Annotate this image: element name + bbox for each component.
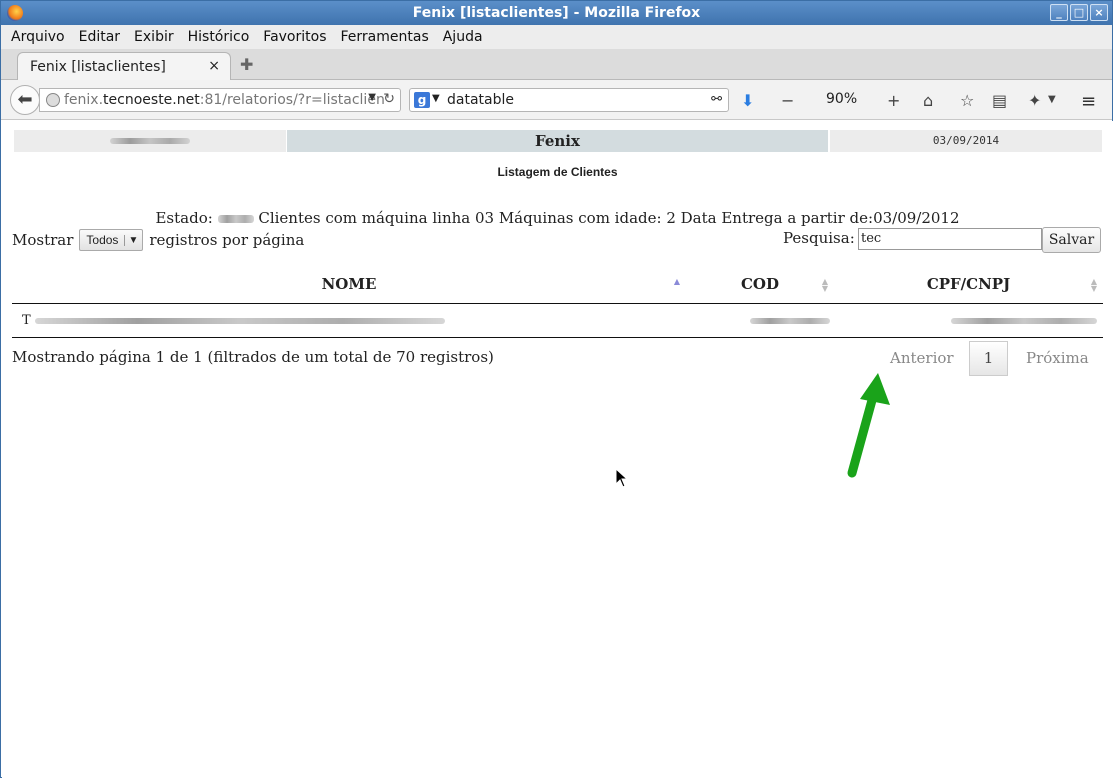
url-dropdown-icon[interactable]: ▼: [368, 92, 376, 103]
zoom-in-button[interactable]: +: [887, 91, 900, 110]
bookmark-star-icon[interactable]: ☆: [960, 91, 974, 110]
firefox-logo-icon: [7, 5, 23, 21]
col-cod-label: COD: [740, 275, 779, 294]
google-icon[interactable]: g: [414, 92, 430, 108]
blurred-text: [110, 138, 190, 144]
col-cod[interactable]: COD ▲ ▼: [686, 266, 834, 304]
tab-label: Fenix [listaclientes]: [30, 59, 166, 75]
menu-arquivo[interactable]: Arquivo: [11, 29, 65, 45]
header-left: [14, 130, 286, 152]
col-cpf-cnpj[interactable]: CPF/CNPJ ▲ ▼: [834, 266, 1103, 304]
search-bar[interactable]: g ▼ datatable ⚯: [409, 88, 729, 112]
menu-ferramentas[interactable]: Ferramentas: [341, 29, 429, 45]
title-bar: Fenix [listaclientes] - Mozilla Firefox …: [1, 1, 1112, 25]
search-value: datatable: [447, 92, 514, 108]
menu-ajuda[interactable]: Ajuda: [443, 29, 483, 45]
zoom-out-button[interactable]: −: [781, 91, 794, 110]
show-suffix: registros por página: [149, 231, 305, 249]
page-1-button[interactable]: 1: [969, 341, 1008, 376]
table-row[interactable]: T: [12, 303, 1103, 338]
binoculars-icon[interactable]: ⚯: [711, 92, 722, 107]
page-content: Fenix 03/09/2014 Listagem de Clientes Es…: [2, 121, 1113, 778]
sort-icon: ▲ ▼: [821, 276, 828, 293]
home-icon[interactable]: ⌂: [923, 91, 933, 110]
new-tab-icon[interactable]: ✚: [240, 55, 253, 74]
maximize-button[interactable]: □: [1070, 4, 1088, 21]
browser-window: Fenix [listaclientes] - Mozilla Firefox …: [0, 0, 1113, 778]
back-button[interactable]: ⬅: [10, 85, 40, 115]
chevron-down-icon: ▼: [124, 234, 138, 246]
table-info: Mostrando página 1 de 1 (filtrados de um…: [12, 348, 494, 366]
cell-cpf: [834, 303, 1103, 338]
navigation-bar: ⬅ fenix.tecnoeste.net:81/relatorios/?r=l…: [1, 80, 1112, 120]
header-date: 03/09/2014: [830, 130, 1102, 152]
url-host-prefix: fenix.: [64, 92, 104, 108]
next-page-button[interactable]: Próxima: [1026, 349, 1089, 367]
col-cpf-label: CPF/CNPJ: [926, 275, 1011, 294]
menu-exibir[interactable]: Exibir: [134, 29, 174, 45]
minimize-button[interactable]: _: [1050, 4, 1068, 21]
estado-prefix: Estado:: [155, 209, 213, 227]
menu-editar[interactable]: Editar: [79, 29, 120, 45]
col-nome-label: NOME: [321, 275, 377, 294]
menu-historico[interactable]: Histórico: [188, 29, 250, 45]
mouse-cursor-icon: [615, 468, 629, 488]
col-nome[interactable]: NOME ▲: [12, 266, 686, 304]
blurred-text: [750, 317, 830, 324]
menu-bar: Arquivo Editar Exibir Histórico Favorito…: [1, 25, 1112, 49]
hamburger-menu-icon[interactable]: ≡: [1081, 91, 1096, 112]
show-label: Mostrar: [12, 231, 74, 249]
table-search-input[interactable]: tec: [858, 228, 1042, 250]
download-icon[interactable]: ⬇: [741, 91, 754, 110]
page-subtitle: Listagem de Clientes: [497, 165, 618, 179]
sort-icon: ▲ ▼: [1090, 276, 1097, 293]
nome-first-char: T: [22, 312, 31, 328]
sort-asc-icon: ▲: [673, 276, 680, 286]
blurred-text: [34, 317, 445, 324]
page-length-value: Todos: [86, 233, 119, 247]
menu-favoritos[interactable]: Favoritos: [263, 29, 326, 45]
save-button[interactable]: Salvar: [1042, 227, 1101, 253]
cell-cod: [686, 303, 834, 338]
header-title: Fenix: [287, 130, 828, 152]
addon-icon[interactable]: ✦: [1028, 91, 1041, 110]
url-host: tecnoeste.net: [103, 92, 200, 108]
length-control: Mostrar Todos ▼ registros por página: [12, 229, 304, 251]
close-tab-icon[interactable]: ×: [208, 58, 220, 74]
blurred-text: [217, 215, 254, 223]
cell-nome: T: [12, 303, 686, 338]
clients-table: NOME ▲ COD ▲ ▼ CPF/CNPJ ▲ ▼ T: [12, 266, 1103, 338]
globe-icon: [46, 93, 60, 107]
url-path: :81/relatorios/?r=listaclien: [199, 92, 385, 108]
zoom-level[interactable]: 90%: [826, 91, 857, 107]
bookmarks-menu-icon[interactable]: ▤: [992, 91, 1007, 110]
prev-page-button[interactable]: Anterior: [890, 349, 954, 367]
address-bar[interactable]: fenix.tecnoeste.net:81/relatorios/?r=lis…: [39, 88, 401, 112]
annotation-arrow-icon: [847, 373, 890, 478]
estado-text: Clientes com máquina linha 03 Máquinas c…: [258, 209, 960, 227]
tab-bar: Fenix [listaclientes] × ✚: [1, 49, 1112, 80]
reload-icon[interactable]: ↻: [383, 91, 395, 107]
search-engine-dropdown-icon[interactable]: ▼: [432, 93, 440, 104]
window-title: Fenix [listaclientes] - Mozilla Firefox: [412, 5, 701, 21]
search-label: Pesquisa:: [783, 229, 855, 247]
addon-dropdown-icon[interactable]: ▼: [1048, 94, 1056, 105]
estado-line: Estado: Clientes com máquina linha 03 Má…: [2, 209, 1113, 227]
blurred-text: [951, 317, 1097, 324]
close-window-button[interactable]: ×: [1090, 4, 1108, 21]
tab-listaclientes[interactable]: Fenix [listaclientes] ×: [17, 52, 231, 80]
page-length-select[interactable]: Todos ▼: [79, 229, 144, 251]
